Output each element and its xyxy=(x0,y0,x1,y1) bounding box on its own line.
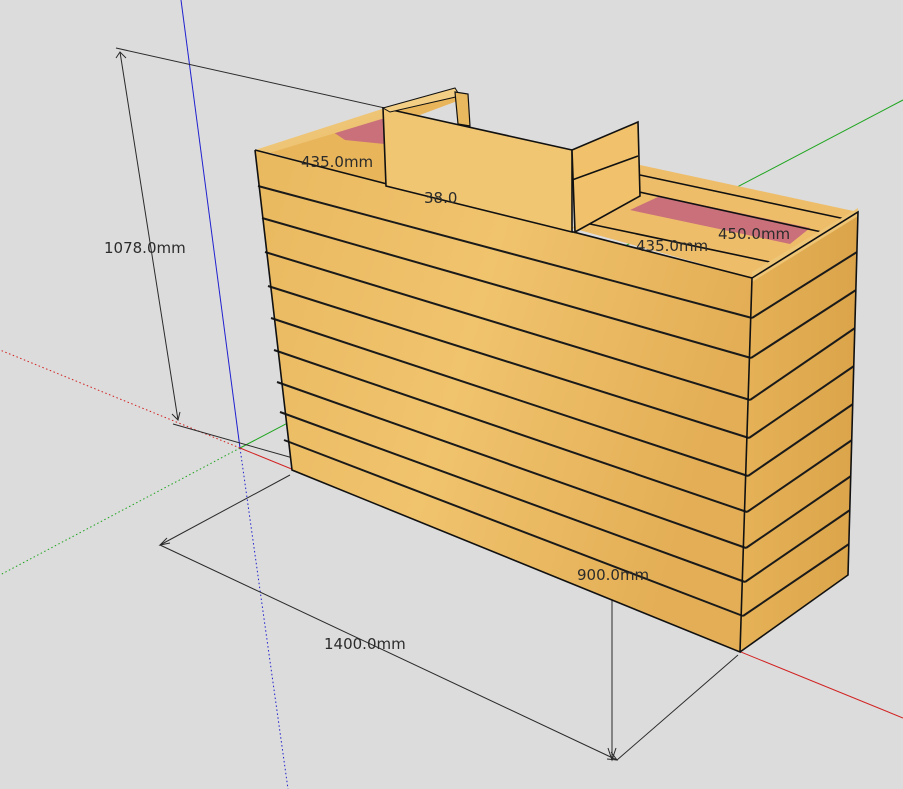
z-axis-solid xyxy=(180,0,241,449)
dim-height-front: 900.0mm xyxy=(577,566,649,584)
dim-inner-depth: 450.0mm xyxy=(718,225,790,243)
dim-length: 1400.0mm xyxy=(324,635,406,653)
modeling-viewport[interactable]: 1078.0mm 900.0mm 1400.0mm 435.0mm 435.0m… xyxy=(0,0,903,789)
3d-scene[interactable]: 1078.0mm 900.0mm 1400.0mm 435.0mm 435.0m… xyxy=(0,0,903,789)
dim-inner-right: 435.0mm xyxy=(636,237,708,255)
center-post xyxy=(454,91,471,127)
z-axis-dotted xyxy=(239,447,289,789)
dim-inner-left: 435.0mm xyxy=(301,153,373,171)
y-axis-dotted xyxy=(0,447,241,576)
wooden-cabinet-model[interactable] xyxy=(254,87,859,654)
dim-height-total: 1078.0mm xyxy=(104,239,186,257)
dim-thickness: 38.0 xyxy=(424,189,457,207)
